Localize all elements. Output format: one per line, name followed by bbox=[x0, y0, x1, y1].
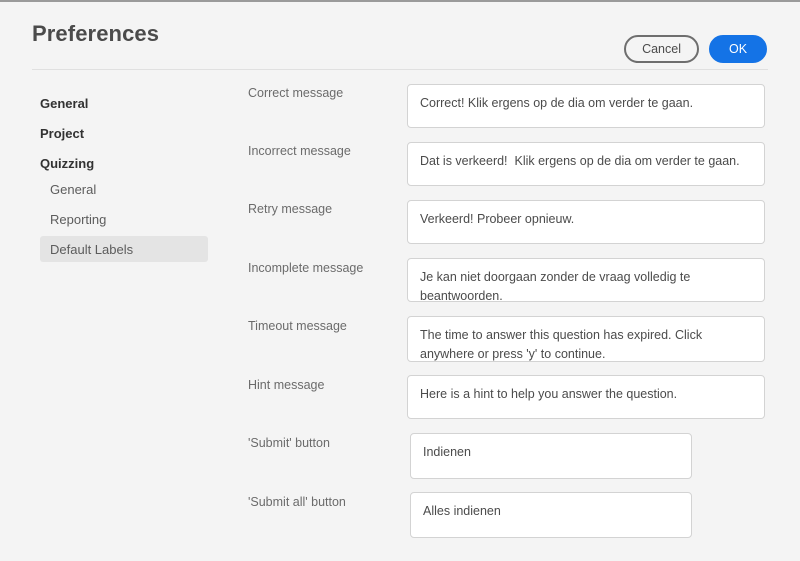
text-field[interactable]: Here is a hint to help you answer the qu… bbox=[407, 375, 765, 419]
sidebar-item-general-sub[interactable]: General bbox=[40, 176, 208, 202]
cancel-button[interactable]: Cancel bbox=[624, 35, 699, 63]
sidebar-item-label: General bbox=[50, 181, 97, 197]
sidebar-item-quizzing[interactable]: Quizzing bbox=[40, 150, 208, 176]
text-field-value: Je kan niet doorgaan zonder de vraag vol… bbox=[420, 270, 694, 302]
field-label: 'Submit all' button bbox=[248, 495, 346, 509]
text-field[interactable]: Indienen bbox=[410, 433, 692, 479]
page-title: Preferences bbox=[32, 21, 160, 46]
sidebar-item-project[interactable]: Project bbox=[40, 120, 208, 146]
header-actions: Cancel OK bbox=[624, 35, 767, 63]
sidebar-item-label: Default Labels bbox=[50, 241, 134, 257]
ok-button[interactable]: OK bbox=[709, 35, 767, 63]
text-field[interactable]: The time to answer this question has exp… bbox=[407, 316, 765, 362]
preferences-dialog: Preferences Cancel OK General Project Quiz… bbox=[0, 0, 800, 561]
sidebar-item-label: Project bbox=[40, 125, 85, 141]
text-field[interactable]: Verkeerd! Probeer opnieuw. bbox=[407, 200, 765, 244]
sidebar-item-default-labels-sub[interactable]: Default Labels bbox=[40, 236, 208, 262]
field-label: Incomplete message bbox=[248, 261, 364, 275]
sidebar-nav: General Project Quizzing General Reporting De… bbox=[0, 70, 218, 561]
field-label: Incorrect message bbox=[248, 144, 351, 158]
text-field-value: The time to answer this question has exp… bbox=[420, 328, 706, 361]
text-field-value: Correct! Klik ergens op de dia om verder… bbox=[420, 96, 694, 110]
sidebar-item-label: Reporting bbox=[50, 211, 107, 227]
dialog-body: General Project Quizzing General Reporting De… bbox=[0, 70, 800, 561]
field-label: Hint message bbox=[248, 378, 325, 392]
sidebar-item-general[interactable]: General bbox=[40, 90, 208, 116]
text-field[interactable]: Alles indienen bbox=[410, 492, 692, 538]
text-field-value: Dat is verkeerd! Klik ergens op de dia o… bbox=[420, 154, 740, 168]
field-label: Correct message bbox=[248, 86, 344, 100]
text-field-value: Here is a hint to help you answer the qu… bbox=[420, 387, 678, 401]
text-field[interactable]: Correct! Klik ergens op de dia om verder… bbox=[407, 84, 765, 128]
field-label: Retry message bbox=[248, 202, 333, 216]
field-label: Timeout message bbox=[248, 319, 347, 333]
settings-form: Correct message Correct! Klik ergens op d… bbox=[218, 70, 800, 561]
sidebar-item-label: Quizzing bbox=[40, 155, 95, 171]
text-field-value: Alles indienen bbox=[423, 504, 501, 518]
field-label: 'Submit' button bbox=[248, 436, 330, 450]
text-field-value: Indienen bbox=[423, 445, 471, 459]
sidebar-item-reporting-sub[interactable]: Reporting bbox=[40, 206, 208, 232]
text-field[interactable]: Dat is verkeerd! Klik ergens op de dia o… bbox=[407, 142, 765, 186]
text-field[interactable]: Je kan niet doorgaan zonder de vraag vol… bbox=[407, 258, 765, 302]
dialog-header: Preferences Cancel OK bbox=[0, 2, 800, 70]
text-field-value: Verkeerd! Probeer opnieuw. bbox=[420, 212, 575, 226]
sidebar-item-label: General bbox=[40, 95, 89, 111]
